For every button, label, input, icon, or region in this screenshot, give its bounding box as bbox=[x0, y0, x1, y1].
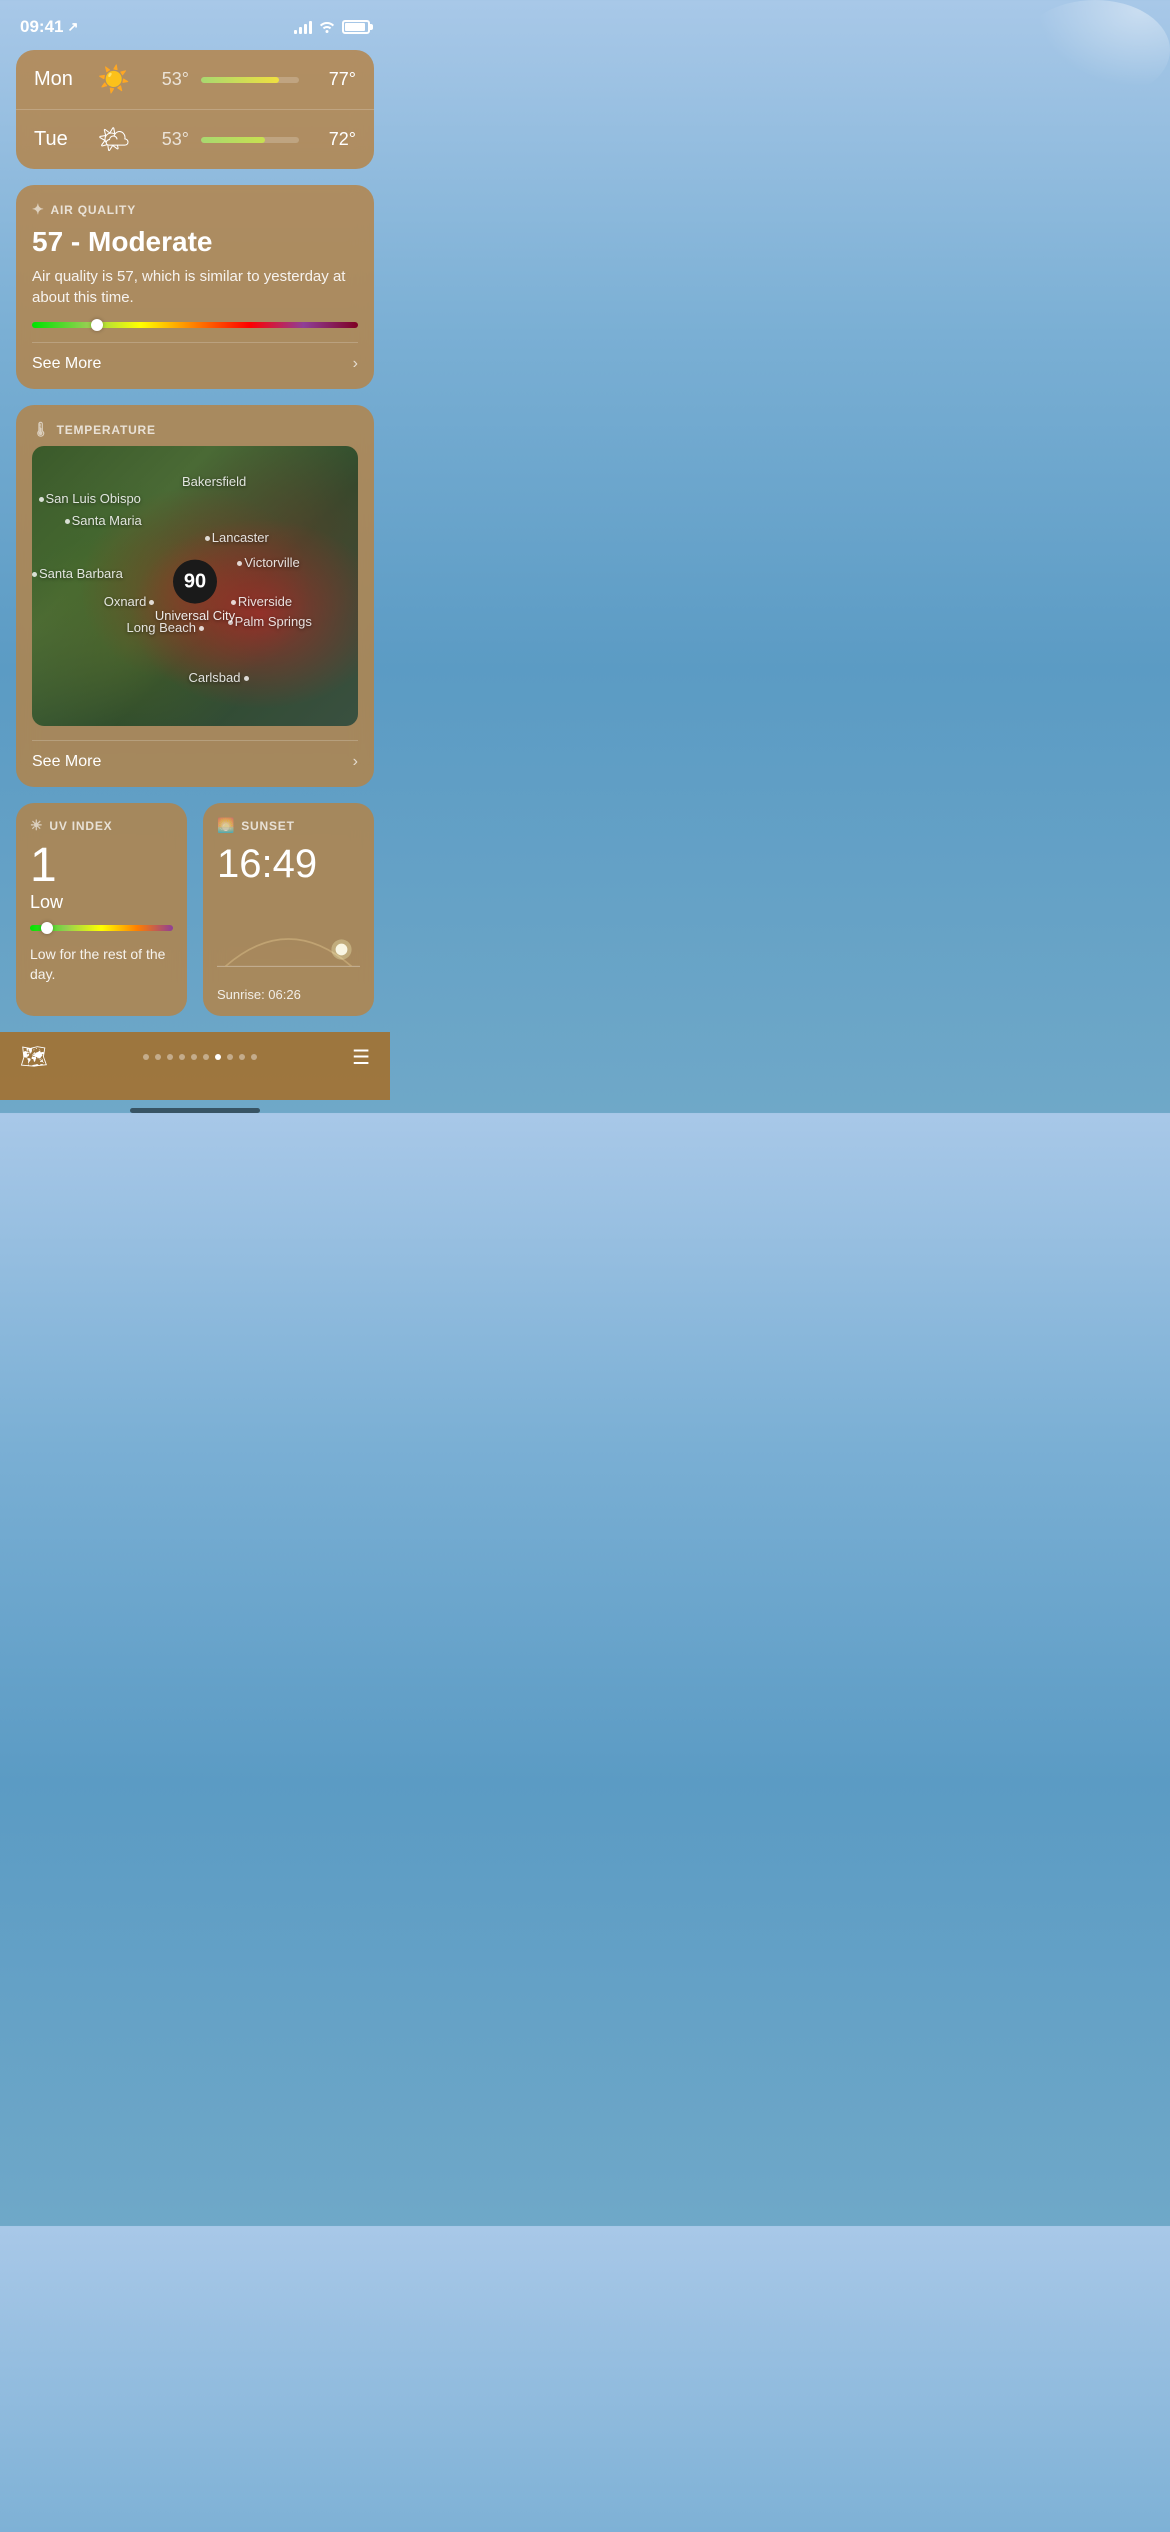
map-label-santa-maria: Santa Maria bbox=[65, 513, 142, 528]
tab-dot-7[interactable] bbox=[215, 1054, 221, 1060]
location-icon: ↗ bbox=[67, 19, 78, 35]
forecast-day-tue: Tue bbox=[34, 128, 84, 151]
wifi-icon bbox=[318, 19, 336, 36]
sunrise-label: Sunrise: 06:26 bbox=[217, 987, 360, 1002]
tab-dots bbox=[143, 1054, 257, 1060]
map-label-bakersfield: Bakersfield bbox=[182, 474, 246, 489]
forecast-bar-tue bbox=[201, 137, 299, 143]
sunset-time: 16:49 bbox=[217, 842, 360, 887]
cards-container: Mon ☀️ 53° 77° Tue 🌤 53° 72° ✦ AIR QUALI… bbox=[0, 50, 390, 1016]
tab-dot-1[interactable] bbox=[143, 1054, 149, 1060]
see-more-chevron: › bbox=[353, 355, 358, 373]
temperature-label: 🌡 TEMPERATURE bbox=[32, 421, 358, 438]
air-quality-icon: ✦ bbox=[32, 201, 45, 218]
air-quality-description: Air quality is 57, which is similar to y… bbox=[32, 266, 358, 308]
uv-level-label: Low bbox=[30, 892, 173, 913]
map-label-victorville: Victorville bbox=[237, 555, 299, 570]
tab-dot-4[interactable] bbox=[179, 1054, 185, 1060]
forecast-row-tue: Tue 🌤 53° 72° bbox=[16, 109, 374, 169]
forecast-high-tue: 72° bbox=[311, 129, 356, 150]
home-indicator bbox=[130, 1108, 260, 1113]
uv-index-card: ☀ UV INDEX 1 Low Low for the rest of the… bbox=[16, 803, 187, 1016]
time-display: 09:41 bbox=[20, 17, 63, 37]
sunset-icon: 🌅 bbox=[217, 817, 235, 834]
temperature-map[interactable]: Bakersfield San Luis Obispo Santa Maria … bbox=[32, 446, 358, 726]
map-label-santa-barbara: Santa Barbara bbox=[32, 566, 123, 581]
thermometer-icon: 🌡 bbox=[32, 421, 51, 438]
tab-bar: 🗺 ☰ bbox=[0, 1032, 390, 1100]
tab-dot-10[interactable] bbox=[251, 1054, 257, 1060]
battery-icon bbox=[342, 20, 370, 34]
air-quality-label: ✦ AIR QUALITY bbox=[32, 201, 358, 218]
tab-dot-2[interactable] bbox=[155, 1054, 161, 1060]
sunset-arc bbox=[217, 899, 360, 979]
temperature-badge-label: Universal City bbox=[155, 608, 235, 623]
forecast-low-tue: 53° bbox=[144, 129, 189, 150]
forecast-day-mon: Mon bbox=[34, 68, 84, 91]
status-time: 09:41 ↗ bbox=[20, 17, 78, 37]
uv-description: Low for the rest of the day. bbox=[30, 945, 173, 984]
map-label-oxnard: Oxnard bbox=[104, 594, 155, 609]
temperature-card: 🌡 TEMPERATURE Bakersfield San Luis Obisp… bbox=[16, 405, 374, 787]
temperature-see-more[interactable]: See More › bbox=[32, 740, 358, 771]
map-tab-icon[interactable]: 🗺 bbox=[20, 1044, 48, 1070]
tab-dot-8[interactable] bbox=[227, 1054, 233, 1060]
uv-index-label: ☀ UV INDEX bbox=[30, 817, 173, 834]
forecast-bar-mon bbox=[201, 77, 299, 83]
tab-dot-3[interactable] bbox=[167, 1054, 173, 1060]
forecast-icon-tue: 🌤 bbox=[96, 124, 132, 155]
air-quality-value: 57 - Moderate bbox=[32, 226, 358, 258]
uv-bar bbox=[30, 925, 173, 931]
map-label-san-luis: San Luis Obispo bbox=[39, 491, 141, 506]
air-quality-card: ✦ AIR QUALITY 57 - Moderate Air quality … bbox=[16, 185, 374, 389]
temperature-badge: 90 bbox=[173, 560, 217, 604]
tab-dot-5[interactable] bbox=[191, 1054, 197, 1060]
sunset-arc-svg bbox=[217, 899, 360, 979]
list-tab-icon[interactable]: ☰ bbox=[352, 1045, 370, 1070]
air-quality-see-more[interactable]: See More › bbox=[32, 342, 358, 373]
map-label-palm-springs: Palm Springs bbox=[228, 614, 312, 629]
forecast-card: Mon ☀️ 53° 77° Tue 🌤 53° 72° bbox=[16, 50, 374, 169]
forecast-row-mon: Mon ☀️ 53° 77° bbox=[16, 50, 374, 109]
see-more-chevron-temp: › bbox=[353, 753, 358, 771]
uv-value: 1 bbox=[30, 842, 173, 890]
uv-indicator bbox=[41, 922, 53, 934]
tab-dot-9[interactable] bbox=[239, 1054, 245, 1060]
air-quality-bar bbox=[32, 322, 358, 328]
forecast-low-mon: 53° bbox=[144, 69, 189, 90]
uv-icon: ☀ bbox=[30, 817, 43, 834]
map-label-riverside: Riverside bbox=[231, 594, 292, 609]
signal-bars bbox=[294, 20, 312, 34]
sunset-label: 🌅 SUNSET bbox=[217, 817, 360, 834]
air-quality-indicator bbox=[91, 319, 103, 331]
tab-dot-6[interactable] bbox=[203, 1054, 209, 1060]
status-icons bbox=[294, 19, 370, 36]
status-bar: 09:41 ↗ bbox=[0, 0, 390, 50]
forecast-high-mon: 77° bbox=[311, 69, 356, 90]
map-label-carlsbad: Carlsbad bbox=[188, 670, 248, 685]
sunset-card: 🌅 SUNSET 16:49 Sunrise: 06:26 bbox=[203, 803, 374, 1016]
map-label-lancaster: Lancaster bbox=[205, 530, 269, 545]
forecast-icon-mon: ☀️ bbox=[96, 64, 132, 95]
bottom-row: ☀ UV INDEX 1 Low Low for the rest of the… bbox=[16, 803, 374, 1016]
